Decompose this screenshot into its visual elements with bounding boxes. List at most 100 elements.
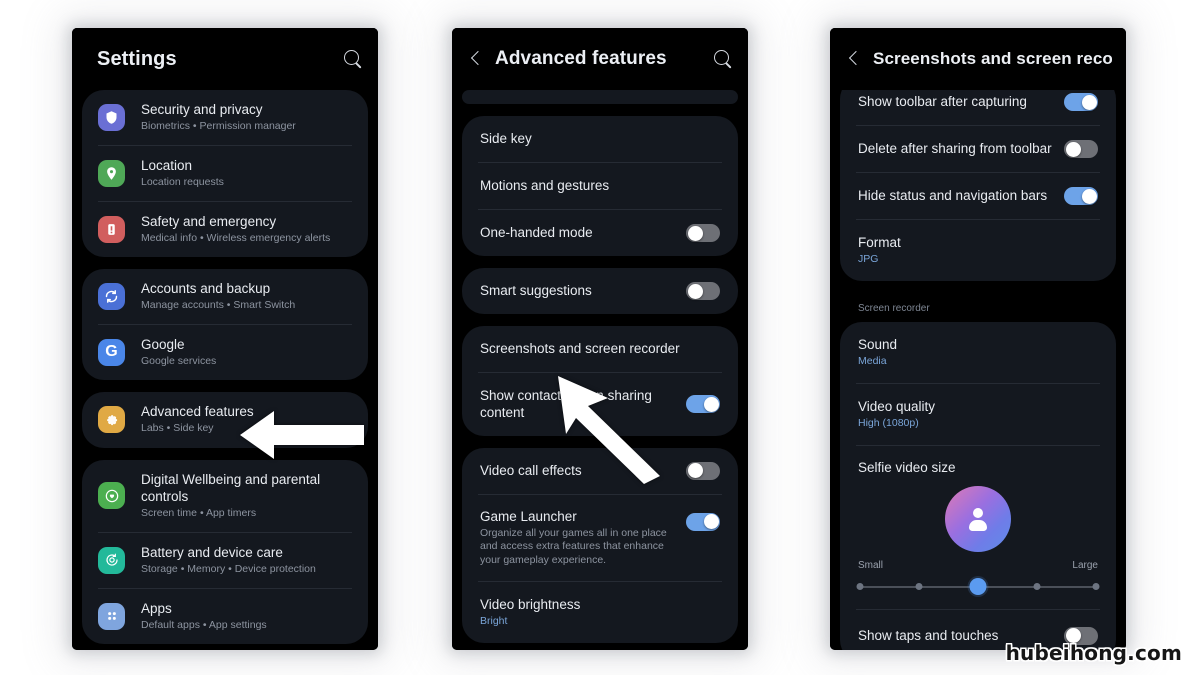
list-item-title: Safety and emergency [141,213,277,229]
toggle-knob [1081,94,1097,110]
list-item-hide-status-and-navigation-bars[interactable]: Hide status and navigation bars [840,173,1116,219]
list-item-digital-wellbeing[interactable]: Digital Wellbeing and parental controls … [82,460,368,532]
list-item-subtitle: Media [858,355,887,368]
list-item-sound[interactable]: Sound Media [840,322,1116,383]
list-item-text: Motions and gestures [480,177,720,194]
list-item-text: Battery and device care Storage • Memory… [141,544,352,577]
screenshots-recorder-header: Screenshots and screen reco... [830,28,1126,90]
list-item-subtitle: Bright [480,614,508,627]
settings-header: Settings [72,28,378,90]
list-item-text: Security and privacy Biometrics • Permis… [141,101,352,134]
toggle-show-toolbar-after-capturing[interactable] [1064,93,1098,111]
list-item-text: Delete after sharing from toolbar [858,140,1052,157]
shield-icon [98,103,125,131]
list-item-text: Side key [480,130,720,147]
list-item-text: Apps Default apps • App settings [141,600,352,633]
advanced-features-list[interactable]: Side key Motions and gestures One-handed… [452,90,748,650]
advanced-group-2: Smart suggestions [462,268,738,314]
back-chevron-icon[interactable] [466,49,486,69]
advanced-features-header: Advanced features [452,28,748,90]
list-item-subtitle: JPG [858,253,879,266]
toggle-smart-suggestions[interactable] [686,282,720,300]
settings-group-1: Security and privacy Biometrics • Permis… [82,90,368,257]
list-item-text: Sound Media [858,336,1098,369]
back-chevron-icon[interactable] [844,49,864,69]
list-item-text: Location Location requests [141,157,352,190]
list-item-accounts-and-backup[interactable]: Accounts and backup Manage accounts • Sm… [82,269,368,324]
search-icon[interactable] [342,48,364,70]
slider-label-min: Small [858,559,884,571]
list-item-security-and-privacy[interactable]: Security and privacy Biometrics • Permis… [82,90,368,145]
toggle-delete-after-sharing[interactable] [1064,140,1098,158]
settings-list[interactable]: Security and privacy Biometrics • Permis… [72,90,378,650]
section-header-screen-recorder: Screen recorder [858,302,930,314]
screenshots-recorder-list[interactable]: Show toolbar after capturing Delete afte… [830,90,1126,650]
slider-tick [1092,582,1100,590]
list-item-text: Smart suggestions [480,282,674,299]
advanced-features-screen: Advanced features Side key Motions and g… [452,28,748,650]
screenshots-recorder-screen: Screenshots and screen reco... Show tool… [830,28,1126,650]
list-item-subtitle: Medical info • Wireless emergency alerts [141,232,331,245]
list-item-format[interactable]: Format JPG [840,220,1116,281]
slider-thumb[interactable] [969,577,987,595]
watermark: hubeihong.com [1005,641,1182,665]
list-item-motions-and-gestures[interactable]: Motions and gestures [462,163,738,209]
page-title: Settings [97,47,177,70]
list-item-title: Smart suggestions [480,283,592,299]
list-item-apps[interactable]: Apps Default apps • App settings [82,589,368,644]
list-item-subtitle: Biometrics • Permission manager [141,120,296,133]
list-item-one-handed-mode[interactable]: One-handed mode [462,210,738,256]
toggle-show-contacts-when-sharing[interactable] [686,395,720,414]
sync-icon [98,282,125,310]
list-item-safety-and-emergency[interactable]: Safety and emergency Medical info • Wire… [82,202,368,257]
settings-group-2: Accounts and backup Manage accounts • Sm… [82,268,368,380]
list-item-title: Video brightness [480,596,581,612]
list-item-smart-suggestions[interactable]: Smart suggestions [462,268,738,314]
toggle-video-call-effects[interactable] [686,461,720,480]
list-item-delete-after-sharing-from-toolbar[interactable]: Delete after sharing from toolbar [840,126,1116,172]
emergency-icon [98,215,125,243]
list-item-title: Side key [480,131,532,147]
list-item-battery-and-device-care[interactable]: Battery and device care Storage • Memory… [82,533,368,588]
search-icon[interactable] [712,48,734,70]
wellbeing-icon [98,482,125,510]
list-item-title: Security and privacy [141,102,263,117]
battery-care-icon [98,546,125,574]
slider-tick [1033,582,1041,590]
recorder-group-1: Show toolbar after capturing Delete afte… [840,90,1116,281]
list-item-subtitle: Screen time • App timers [141,507,257,520]
toggle-knob [1065,141,1081,157]
list-item-text: Game Launcher Organize all your games al… [480,508,674,568]
list-item-title: Hide status and navigation bars [858,188,1048,204]
list-item-subtitle: Google services [141,354,217,367]
list-item-text: Video brightness Bright [480,596,720,629]
list-item-location[interactable]: Location Location requests [82,146,368,201]
list-item-screenshots-and-screen-recorder[interactable]: Screenshots and screen recorder [462,326,738,372]
list-item-game-launcher[interactable]: Game Launcher Organize all your games al… [462,495,738,581]
list-item-text: Screenshots and screen recorder [480,340,720,357]
list-item-side-key[interactable]: Side key [462,116,738,162]
gear-icon [98,406,125,434]
slider-label-max: Large [1072,559,1098,571]
list-item-text: Show toolbar after capturing [858,93,1052,110]
toggle-hide-status-navigation-bars[interactable] [1064,187,1098,205]
scrolled-card-stub [462,90,738,104]
slider-tick [915,582,923,590]
list-item-video-brightness[interactable]: Video brightness Bright [462,582,738,643]
list-item-title: Video quality [858,398,936,414]
toggle-game-launcher[interactable] [686,512,720,531]
toggle-knob [687,283,703,299]
list-item-text: Digital Wellbeing and parental controls … [141,471,352,521]
list-item-google[interactable]: G Google Google services [82,325,368,380]
selfie-video-size-slider[interactable] [856,575,1100,601]
list-item-title: Format [858,235,901,250]
list-item-show-toolbar-after-capturing[interactable]: Show toolbar after capturing [840,90,1116,125]
list-item-subtitle: Default apps • App settings [141,618,267,631]
list-item-video-quality[interactable]: Video quality High (1080p) [840,384,1116,445]
list-item-title: Delete after sharing from toolbar [858,141,1052,157]
location-pin-icon [98,159,125,187]
google-g-icon: G [98,338,125,366]
list-item-text: Safety and emergency Medical info • Wire… [141,213,352,246]
toggle-one-handed-mode[interactable] [686,224,720,242]
list-item-title: Accounts and backup [141,280,271,296]
